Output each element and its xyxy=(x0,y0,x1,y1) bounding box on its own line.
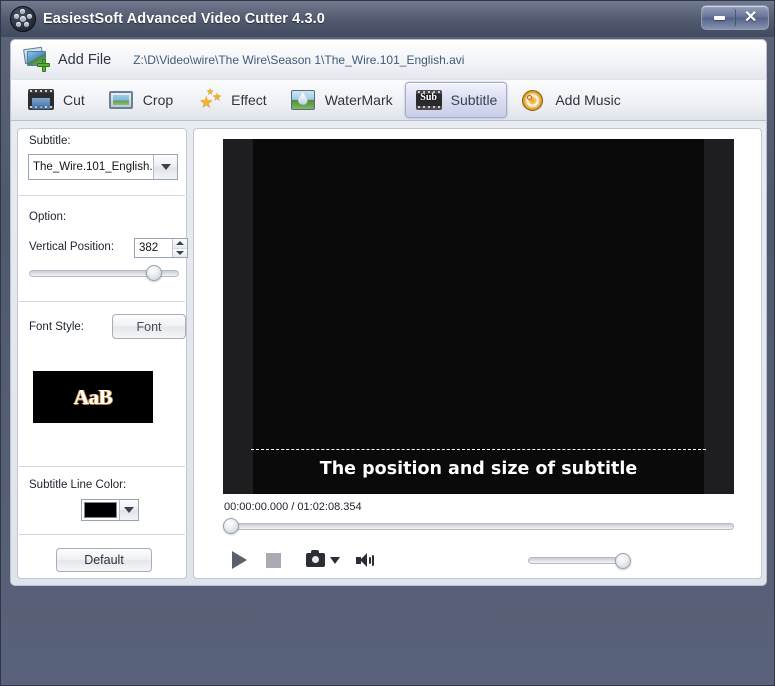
subtitle-label: Subtitle: xyxy=(29,135,71,147)
color-swatch xyxy=(84,502,117,518)
stepper-buttons xyxy=(172,239,187,257)
option-label: Option: xyxy=(29,211,67,223)
play-button[interactable] xyxy=(222,551,256,569)
seek-slider[interactable] xyxy=(223,518,734,534)
window-controls: ✕ xyxy=(701,5,769,30)
font-preview-box: AaB xyxy=(33,371,153,423)
video-canvas[interactable]: The position and size of subtitle xyxy=(223,139,734,494)
subtitle-settings-panel: Subtitle: The_Wire.101_English.srt Optio… xyxy=(17,128,188,579)
tab-crop[interactable]: Crop xyxy=(97,82,183,118)
output-bar: Output Format: Keep Original Video Forma… xyxy=(1,589,774,685)
triangle-down-icon xyxy=(176,250,184,255)
divider xyxy=(19,466,185,467)
tab-cut-label: Cut xyxy=(63,92,85,108)
stop-icon xyxy=(265,552,281,568)
divider xyxy=(19,534,185,535)
letterbox-pillar-left xyxy=(223,139,253,494)
divider xyxy=(19,195,185,196)
volume-button[interactable] xyxy=(356,552,375,568)
vertical-position-stepper[interactable]: 382 xyxy=(134,238,188,258)
stop-button[interactable] xyxy=(256,552,290,568)
subtitle-file-value: The_Wire.101_English.srt xyxy=(33,161,153,173)
subtitle-line-color-label: Subtitle Line Color: xyxy=(29,479,127,491)
close-icon: ✕ xyxy=(744,8,758,26)
default-button[interactable]: Default xyxy=(56,548,152,572)
tab-subtitle-label: Subtitle xyxy=(450,92,498,108)
vertical-position-value: 382 xyxy=(139,242,159,254)
picture-crop-icon xyxy=(107,87,135,113)
playback-controls xyxy=(222,547,375,573)
triangle-up-icon xyxy=(176,241,184,246)
minimize-button[interactable] xyxy=(704,8,736,27)
music-disc-icon xyxy=(519,87,547,113)
color-select-arrow[interactable] xyxy=(119,500,138,520)
speaker-icon xyxy=(356,552,375,568)
stepper-up-button[interactable] xyxy=(173,239,187,249)
chevron-down-icon xyxy=(124,507,134,513)
close-button[interactable]: ✕ xyxy=(735,8,766,27)
font-style-label: Font Style: xyxy=(29,321,84,333)
chevron-down-icon xyxy=(330,556,340,564)
current-file-path: Z:\D\Video\wire\The Wire\Season 1\The_Wi… xyxy=(133,52,465,67)
volume-thumb[interactable] xyxy=(615,553,631,569)
tab-effect-label: Effect xyxy=(231,92,267,108)
divider xyxy=(19,301,185,302)
subtitle-file-select[interactable]: The_Wire.101_English.srt xyxy=(28,154,178,180)
window-title: EasiestSoft Advanced Video Cutter 4.3.0 xyxy=(43,11,325,27)
seek-thumb[interactable] xyxy=(223,518,239,534)
stepper-down-button[interactable] xyxy=(173,248,187,257)
content-area: Subtitle: The_Wire.101_English.srt Optio… xyxy=(10,121,767,586)
feature-tab-bar: ✂ Cut Crop ★ ★ ★ Effect WaterMark Sub Su… xyxy=(10,79,767,121)
stars-effect-icon: ★ ★ ★ xyxy=(199,86,223,111)
minimize-icon xyxy=(713,15,725,20)
subtitle-line-color-select[interactable] xyxy=(81,499,139,521)
sub-film-icon: Sub xyxy=(415,87,443,113)
subtitle-guide-line xyxy=(251,449,706,450)
video-preview-panel: The position and size of subtitle 00:00:… xyxy=(193,128,762,579)
tab-watermark[interactable]: WaterMark xyxy=(279,82,403,118)
tab-watermark-label: WaterMark xyxy=(324,92,393,108)
tab-crop-label: Crop xyxy=(142,92,174,108)
seek-track xyxy=(223,523,734,530)
vertical-position-slider[interactable] xyxy=(29,264,179,282)
volume-slider[interactable] xyxy=(528,552,631,569)
font-preview-text: AaB xyxy=(73,384,113,409)
vertical-position-label: Vertical Position: xyxy=(29,241,115,253)
tab-add-music-label: Add Music xyxy=(555,92,621,108)
film-cut-icon: ✂ xyxy=(27,87,55,114)
add-file-bar: Add File Z:\D\Video\wire\The Wire\Season… xyxy=(10,39,767,79)
play-icon xyxy=(231,551,247,569)
add-file-button[interactable]: Add File xyxy=(19,45,115,75)
letterbox-pillar-right xyxy=(704,139,734,494)
tab-cut[interactable]: ✂ Cut xyxy=(17,82,95,118)
add-file-label: Add File xyxy=(58,51,112,68)
watermark-droplet-icon xyxy=(289,87,317,113)
snapshot-menu-button[interactable] xyxy=(325,556,340,564)
tab-effect[interactable]: ★ ★ ★ Effect xyxy=(185,82,277,118)
chevron-down-icon xyxy=(160,164,171,170)
subtitle-overlay-text[interactable]: The position and size of subtitle xyxy=(223,459,734,479)
tab-add-music[interactable]: Add Music xyxy=(509,82,630,118)
film-reel-icon xyxy=(10,6,36,32)
title-bar: EasiestSoft Advanced Video Cutter 4.3.0 … xyxy=(1,1,774,37)
app-window: EasiestSoft Advanced Video Cutter 4.3.0 … xyxy=(0,0,775,686)
slider-thumb[interactable] xyxy=(145,265,162,281)
tab-subtitle[interactable]: Sub Subtitle xyxy=(404,82,508,118)
snapshot-button[interactable] xyxy=(306,550,325,567)
subtitle-select-arrow[interactable] xyxy=(153,155,177,179)
camera-icon xyxy=(306,550,325,567)
time-display: 00:00:00.000 / 01:02:08.354 xyxy=(224,501,362,513)
add-file-icon xyxy=(23,46,51,73)
font-button[interactable]: Font xyxy=(112,314,186,339)
